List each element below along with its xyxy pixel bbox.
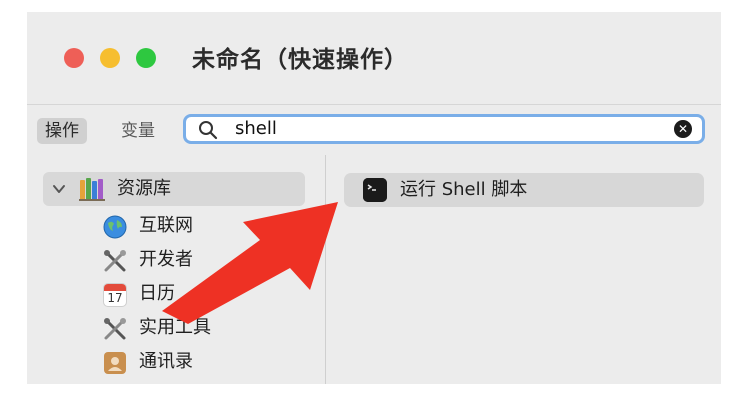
close-button[interactable] [64,48,84,68]
action-label: 运行 Shell 脚本 [400,179,528,200]
sidebar-item-label: 通讯录 [139,351,193,372]
toolbar: 操作 变量 shell ✕ [27,104,721,156]
contacts-icon [103,351,127,375]
title-bar: 未命名（快速操作） [27,12,721,104]
minimize-button[interactable] [100,48,120,68]
action-run-shell-script[interactable]: 运行 Shell 脚本 [344,173,704,207]
calendar-day: 17 [107,291,123,305]
red-arrow-icon [162,202,338,324]
actions-tab[interactable]: 操作 [37,118,87,144]
tools-icon [103,317,127,341]
terminal-icon [363,178,387,202]
library-icon [79,177,107,205]
actions-list: 运行 Shell 脚本 [326,155,721,384]
window-title: 未命名（快速操作） [192,47,408,73]
zoom-button[interactable] [136,48,156,68]
search-input[interactable]: shell [235,117,277,141]
calendar-icon: 17 [103,283,127,307]
clear-search-icon[interactable]: ✕ [674,120,692,138]
search-icon [198,120,218,144]
globe-icon [103,215,127,239]
tools-icon [103,249,127,273]
search-field[interactable]: shell ✕ [183,114,705,144]
chevron-down-icon[interactable] [52,181,66,200]
variables-tab[interactable]: 变量 [113,118,163,144]
automator-window: 未命名（快速操作） 操作 变量 shell ✕ 资源库 互联网 开发者 17 日… [27,12,721,384]
